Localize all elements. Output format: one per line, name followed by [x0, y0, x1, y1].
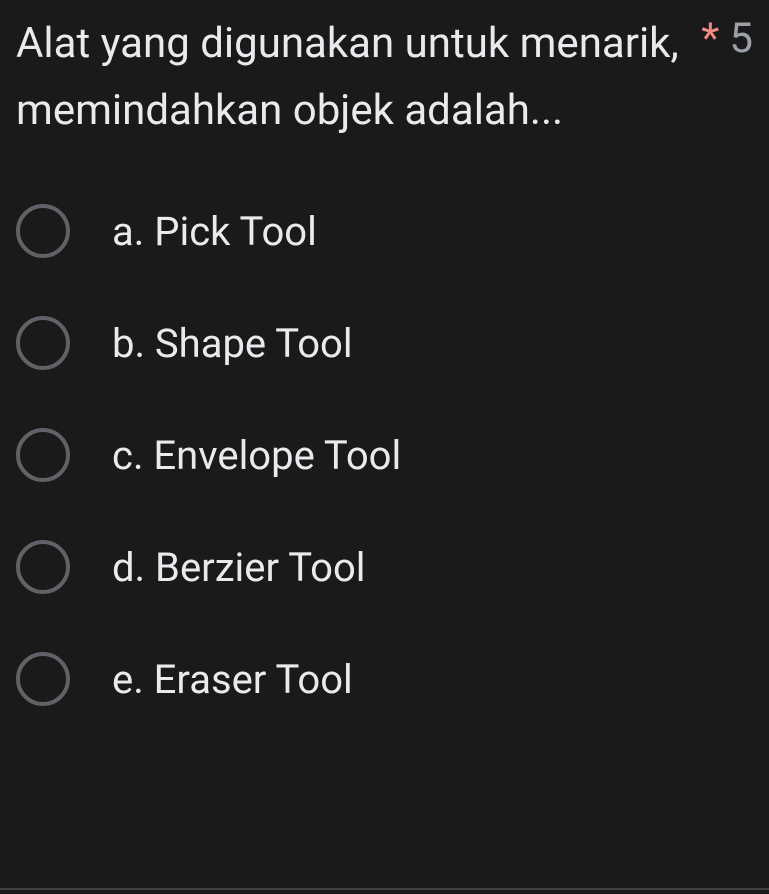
radio-icon[interactable] [16, 652, 70, 706]
option-row-c[interactable]: c. Envelope Tool [16, 428, 753, 482]
radio-icon[interactable] [16, 540, 70, 594]
option-row-b[interactable]: b. Shape Tool [16, 316, 753, 370]
options-list: a. Pick Tool b. Shape Tool c. Envelope T… [16, 204, 753, 706]
option-row-d[interactable]: d. Berzier Tool [16, 540, 753, 594]
required-area: * 5 [701, 10, 753, 60]
radio-icon[interactable] [16, 316, 70, 370]
option-label: b. Shape Tool [112, 320, 353, 367]
divider [0, 888, 769, 890]
option-label: d. Berzier Tool [112, 544, 365, 591]
option-row-a[interactable]: a. Pick Tool [16, 204, 753, 258]
question-points: 5 [729, 18, 753, 60]
option-row-e[interactable]: e. Eraser Tool [16, 652, 753, 706]
required-asterisk-icon: * [701, 18, 719, 60]
question-header: Alat yang digunakan untuk menarik, memin… [16, 10, 753, 144]
question-container: Alat yang digunakan untuk menarik, memin… [0, 0, 769, 726]
option-label: a. Pick Tool [112, 208, 317, 255]
radio-icon[interactable] [16, 428, 70, 482]
radio-icon[interactable] [16, 204, 70, 258]
option-label: e. Eraser Tool [112, 656, 353, 703]
option-label: c. Envelope Tool [112, 432, 401, 479]
question-text: Alat yang digunakan untuk menarik, memin… [16, 10, 701, 144]
